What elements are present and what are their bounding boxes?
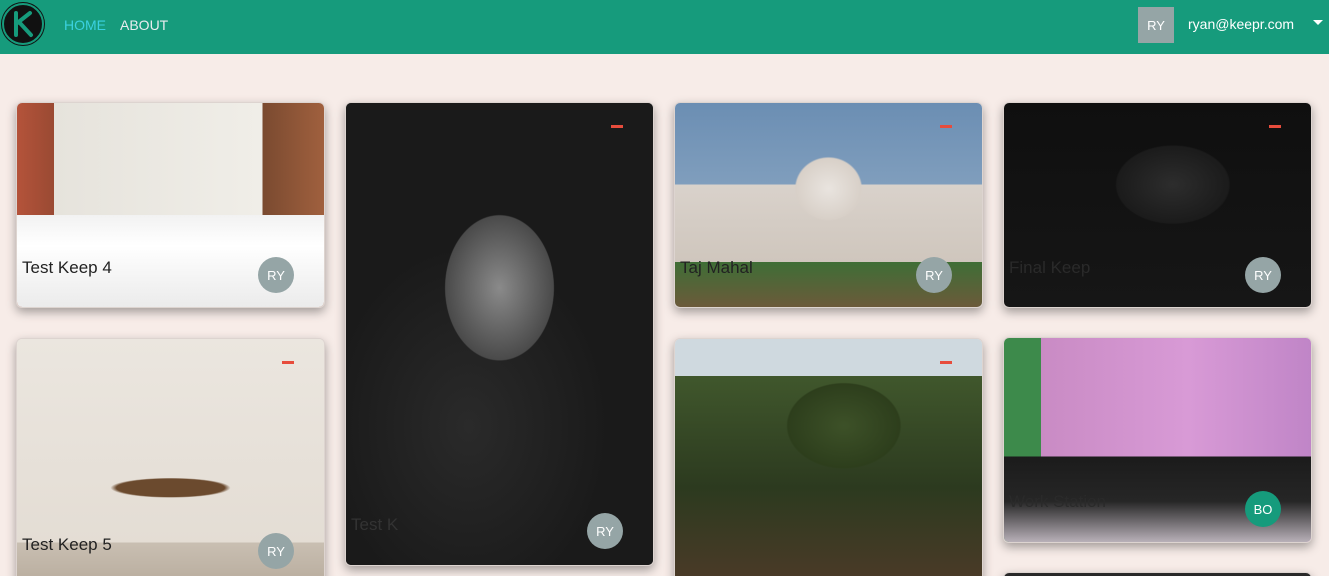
keep-card[interactable] (674, 338, 983, 576)
keep-image (675, 339, 982, 576)
keep-card[interactable]: Final Keep RY (1003, 102, 1312, 308)
keep-card[interactable]: Test K RY (345, 102, 654, 566)
keep-card[interactable]: Work Station BO (1003, 337, 1312, 543)
keep-title: Taj Mahal (680, 258, 753, 277)
remove-keep-button[interactable] (940, 361, 952, 364)
keep-owner-avatar: RY (916, 257, 952, 293)
nav-about-link[interactable]: ABOUT (120, 17, 168, 33)
navbar: HOME ABOUT RY ryan@keepr.com (0, 0, 1329, 54)
remove-keep-button[interactable] (611, 125, 623, 128)
keepr-logo-icon[interactable] (2, 3, 44, 45)
keep-title: Final Keep (1009, 258, 1091, 277)
keep-owner-avatar: RY (258, 533, 294, 569)
remove-keep-button[interactable] (1269, 125, 1281, 128)
keep-owner-avatar: BO (1245, 491, 1281, 527)
keep-card[interactable]: Test Keep 4 RY (16, 102, 325, 308)
keep-owner-avatar: RY (258, 257, 294, 293)
keep-card[interactable] (1003, 572, 1312, 576)
remove-keep-button[interactable] (282, 361, 294, 364)
keep-title: Work Station (1009, 492, 1107, 511)
nav-home-link[interactable]: HOME (64, 17, 106, 33)
chevron-down-icon[interactable] (1313, 20, 1323, 25)
user-avatar[interactable]: RY (1138, 7, 1174, 43)
keep-card[interactable]: Taj Mahal RY (674, 102, 983, 308)
remove-keep-button[interactable] (940, 125, 952, 128)
keep-title: Test K (351, 515, 399, 534)
keep-image (346, 103, 653, 565)
keep-owner-avatar: RY (1245, 257, 1281, 293)
keep-title: Test Keep 5 (22, 535, 112, 554)
keep-title: Test Keep 4 (22, 258, 112, 277)
keep-owner-avatar: RY (587, 513, 623, 549)
keep-card[interactable]: Test Keep 5 RY (16, 338, 325, 576)
user-email-dropdown[interactable]: ryan@keepr.com (1188, 16, 1294, 32)
